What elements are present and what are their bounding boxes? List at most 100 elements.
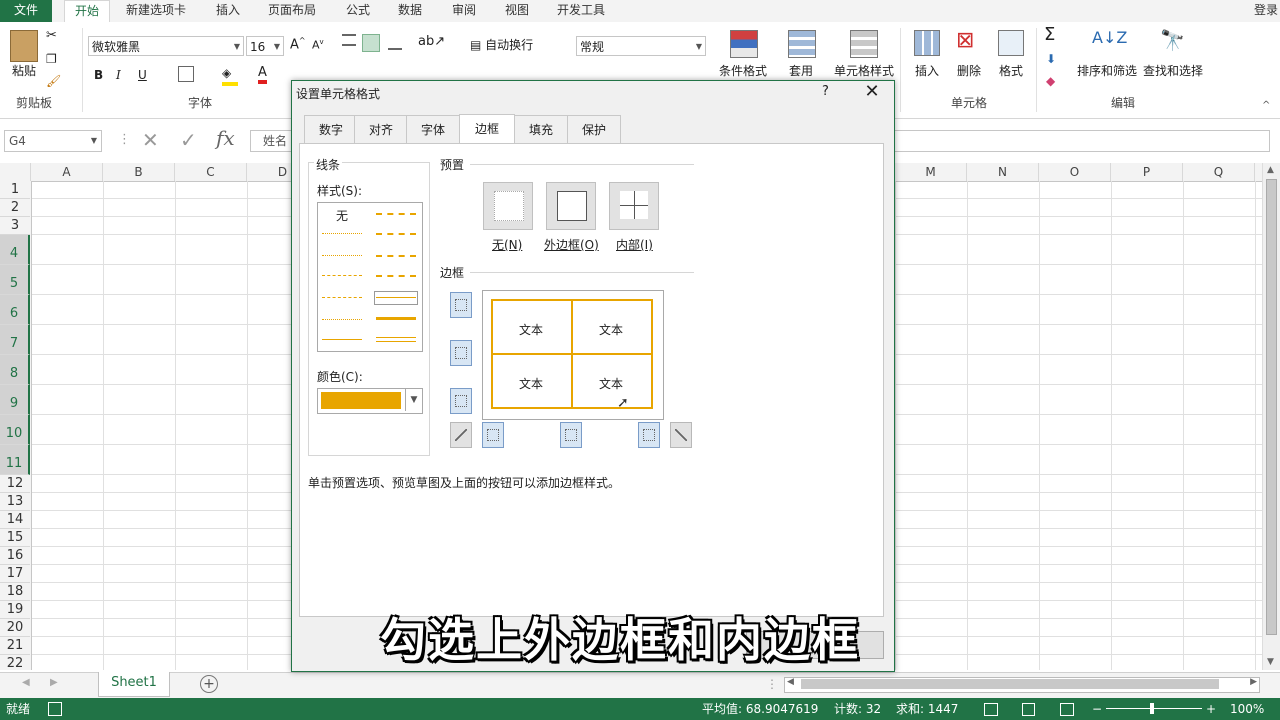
color-select[interactable]: ▼ — [317, 388, 423, 414]
hscroll-thumb[interactable] — [801, 679, 1219, 689]
border-top-button[interactable] — [450, 292, 472, 318]
conditional-format-button[interactable]: 条件格式 — [714, 62, 772, 79]
tab-alignment[interactable]: 对齐 — [354, 115, 408, 143]
row-header[interactable]: 12 — [0, 475, 30, 493]
zoom-in-icon[interactable]: + — [1206, 698, 1216, 720]
cell-style-button[interactable]: 单元格样式 — [830, 62, 898, 79]
row-header[interactable]: 9 — [0, 385, 30, 415]
select-all-corner[interactable] — [0, 163, 31, 181]
row-header[interactable]: 11 — [0, 445, 30, 475]
style-thin[interactable] — [322, 339, 362, 340]
column-header[interactable]: N — [967, 163, 1039, 181]
row-header[interactable]: 5 — [0, 265, 30, 295]
orientation-icon[interactable]: ab↗ — [418, 34, 445, 49]
menu-new-tab[interactable]: 新建选项卡 — [126, 0, 186, 22]
copy-icon[interactable]: ❐ — [46, 52, 57, 66]
name-box[interactable]: G4 ▼ — [4, 130, 102, 152]
font-name-select[interactable]: 微软雅黑 ▼ — [88, 36, 244, 56]
scroll-left-icon[interactable]: ◀ — [787, 677, 794, 687]
sort-filter-icon[interactable]: A↓Z — [1092, 28, 1127, 47]
style-hair[interactable] — [322, 233, 362, 234]
login-link[interactable]: 登录 — [1254, 0, 1278, 22]
normal-view-icon[interactable] — [984, 703, 998, 716]
column-header[interactable]: B — [103, 163, 175, 181]
format-table-icon[interactable] — [788, 30, 816, 58]
underline-button[interactable]: U — [138, 68, 147, 82]
style-dashed[interactable] — [322, 319, 362, 320]
help-button[interactable]: ? — [822, 84, 829, 99]
menu-insert[interactable]: 插入 — [216, 0, 240, 22]
find-select-button[interactable]: 查找和选择 — [1142, 62, 1204, 79]
italic-button[interactable]: I — [116, 68, 121, 82]
insert-cells-button[interactable]: 插入 — [910, 62, 944, 79]
zoom-out-icon[interactable]: − — [1092, 698, 1102, 720]
paste-icon[interactable] — [10, 30, 38, 62]
menu-developer[interactable]: 开发工具 — [557, 0, 605, 22]
row-header[interactable]: 20 — [0, 619, 30, 637]
tab-protection[interactable]: 保护 — [567, 115, 621, 143]
delete-cells-button[interactable]: 删除 — [952, 62, 986, 79]
paste-button[interactable]: 粘贴 — [6, 62, 42, 79]
align-bottom-icon[interactable] — [388, 38, 402, 50]
menu-file[interactable]: 文件 — [0, 0, 52, 22]
row-header[interactable]: 4 — [0, 235, 30, 265]
tab-fill[interactable]: 填充 — [514, 115, 568, 143]
prev-sheet-icon[interactable]: ◀ — [22, 677, 30, 688]
conditional-format-icon[interactable] — [730, 30, 758, 58]
border-inside-horizontal-button[interactable] — [450, 340, 472, 366]
row-header[interactable]: 10 — [0, 415, 30, 445]
column-header[interactable]: Q — [1183, 163, 1255, 181]
menu-formula[interactable]: 公式 — [346, 0, 370, 22]
style-medium-dash-dot-dot[interactable] — [376, 213, 416, 215]
row-header[interactable]: 13 — [0, 493, 30, 511]
zoom-slider[interactable] — [1106, 708, 1202, 709]
row-header[interactable]: 6 — [0, 295, 30, 325]
preset-none-button[interactable] — [483, 182, 533, 230]
row-header[interactable]: 15 — [0, 529, 30, 547]
style-double[interactable] — [376, 337, 416, 342]
style-thick[interactable] — [376, 317, 416, 320]
style-medium-dash-dot[interactable] — [376, 255, 416, 257]
column-header[interactable]: O — [1039, 163, 1111, 181]
fill-color-icon[interactable]: ◈ — [222, 66, 238, 86]
row-header[interactable]: 18 — [0, 583, 30, 601]
border-diagonal-up-button[interactable] — [450, 422, 472, 448]
delete-cells-icon[interactable]: ⊠ — [956, 28, 974, 53]
preset-inside-button[interactable] — [609, 182, 659, 230]
insert-cells-icon[interactable] — [914, 30, 940, 56]
row-header[interactable]: 21 — [0, 637, 30, 655]
scroll-down-icon[interactable]: ▼ — [1267, 657, 1274, 667]
format-cells-icon[interactable] — [998, 30, 1024, 56]
tab-number[interactable]: 数字 — [304, 115, 358, 143]
style-slant-dash-dot[interactable] — [376, 233, 416, 235]
vertical-scrollbar[interactable]: ▲ ▼ — [1262, 163, 1280, 670]
format-cells-button[interactable]: 格式 — [994, 62, 1028, 79]
style-thin-solid[interactable] — [376, 297, 416, 298]
function-icon[interactable]: fx — [216, 126, 235, 150]
menu-layout[interactable]: 页面布局 — [268, 0, 316, 22]
find-select-icon[interactable]: 🔭 — [1160, 28, 1185, 52]
row-header[interactable]: 3 — [0, 217, 30, 235]
sort-filter-button[interactable]: 排序和筛选 — [1076, 62, 1138, 79]
line-style-list[interactable]: 无 — [317, 202, 423, 352]
style-medium-dashed[interactable] — [376, 275, 416, 277]
column-header[interactable]: P — [1111, 163, 1183, 181]
scroll-thumb[interactable] — [1266, 179, 1277, 635]
menu-home[interactable]: 开始 — [64, 0, 110, 23]
row-header[interactable]: 1 — [0, 181, 30, 199]
style-none[interactable]: 无 — [336, 207, 348, 224]
wrap-text-button[interactable]: ▤ 自动换行 — [470, 36, 533, 53]
row-header[interactable]: 8 — [0, 355, 30, 385]
preset-outline-button[interactable] — [546, 182, 596, 230]
bold-button[interactable]: B — [94, 68, 103, 82]
cut-icon[interactable]: ✂ — [46, 28, 57, 43]
next-sheet-icon[interactable]: ▶ — [50, 677, 58, 688]
page-break-view-icon[interactable] — [1060, 703, 1074, 716]
format-painter-icon[interactable]: 🖌 — [46, 74, 61, 88]
border-left-button[interactable] — [482, 422, 504, 448]
scroll-up-icon[interactable]: ▲ — [1267, 165, 1274, 175]
row-header[interactable]: 16 — [0, 547, 30, 565]
border-inside-vertical-button[interactable] — [560, 422, 582, 448]
clear-icon[interactable]: ◆ — [1046, 74, 1055, 88]
style-dotted[interactable] — [322, 255, 362, 256]
